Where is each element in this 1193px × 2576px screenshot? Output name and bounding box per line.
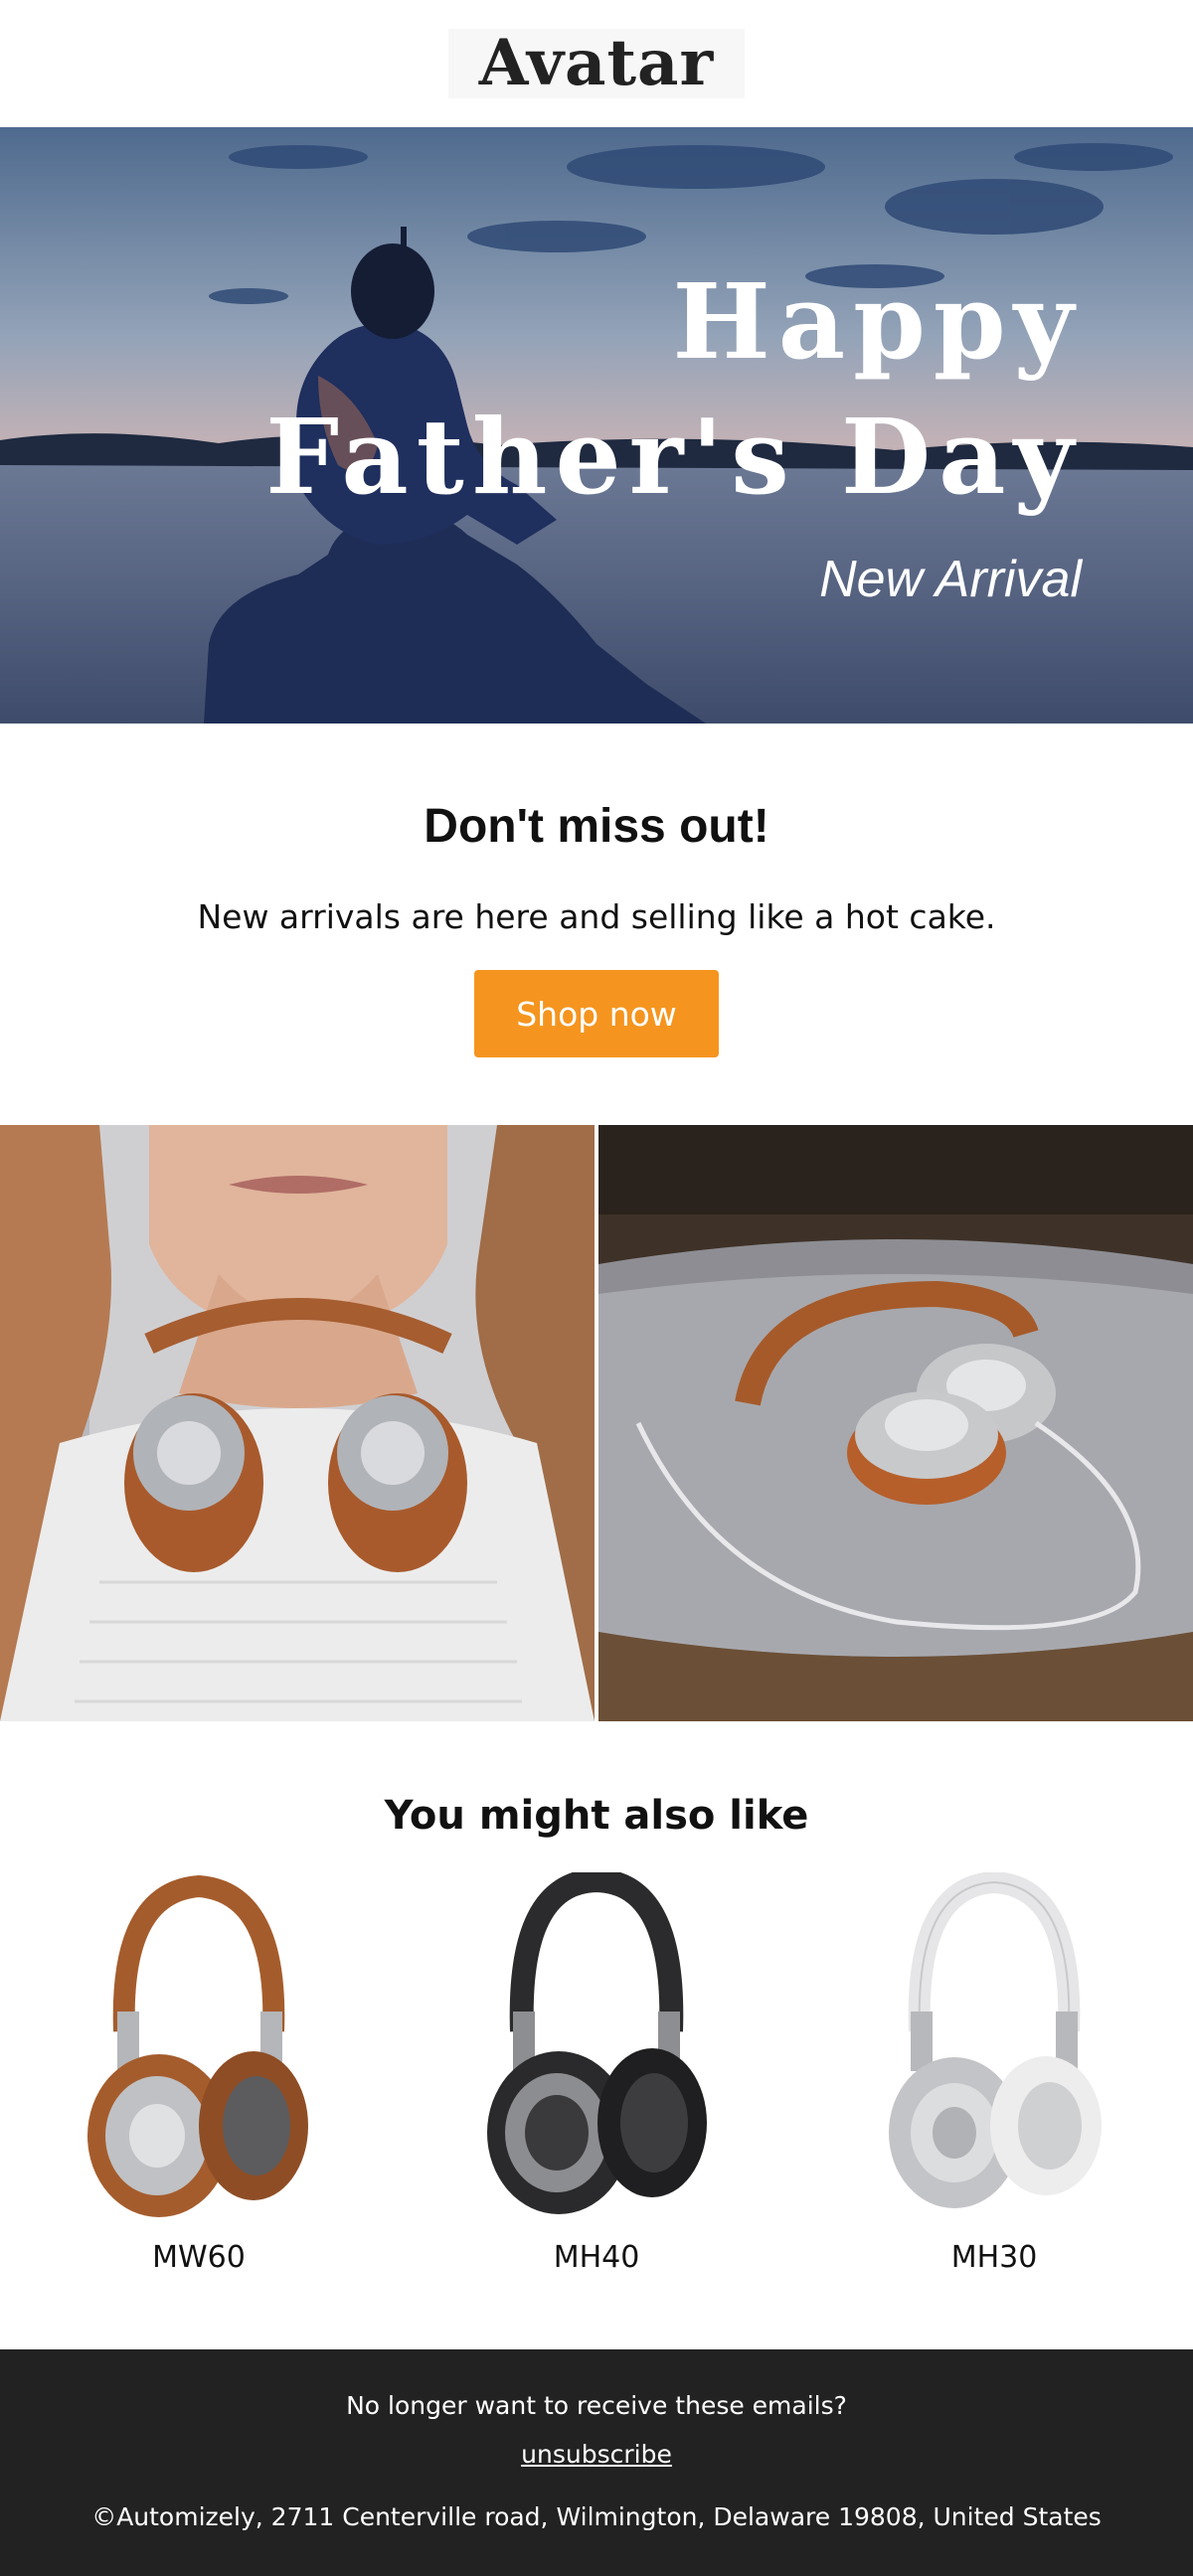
recommendations-section: You might also like MW60 MH40 MH30 <box>0 1721 1193 2349</box>
unsubscribe-link[interactable]: unsubscribe <box>521 2440 672 2469</box>
email-header: Avatar <box>0 0 1193 127</box>
promo-section: Don't miss out! New arrivals are here an… <box>0 724 1193 1125</box>
logo-text: Avatar <box>478 26 715 100</box>
headphones-white-image <box>889 1872 1102 2208</box>
photo-woman-headphones[interactable] <box>0 1125 595 1721</box>
product-photos <box>0 1125 1193 1721</box>
photo-headphones-table[interactable] <box>598 1125 1193 1721</box>
unsubscribe-prompt: No longer want to receive these emails? <box>346 2391 847 2420</box>
woman-headphones-image <box>0 1125 595 1721</box>
shop-now-button[interactable]: Shop now <box>474 970 719 1057</box>
product-name: MW60 <box>152 2240 246 2275</box>
headphones-table-image <box>598 1125 1193 1721</box>
logo[interactable]: Avatar <box>448 29 745 98</box>
headphones-black-image <box>487 1872 707 2214</box>
company-address: ©Automizely, 2711 Centerville road, Wilm… <box>91 2502 1102 2531</box>
product-name: MH40 <box>553 2240 640 2275</box>
product-list: MW60 MH40 MH30 <box>0 1872 1193 2275</box>
product-name: MH30 <box>950 2240 1038 2275</box>
product-card[interactable]: MH30 <box>805 1872 1183 2275</box>
hero-title-line2: Father's Day <box>265 396 1082 518</box>
product-card[interactable]: MH40 <box>408 1872 785 2275</box>
headphones-brown-image <box>87 1874 308 2217</box>
hero-title-line1: Happy <box>672 260 1082 383</box>
promo-text: New arrivals are here and selling like a… <box>197 897 996 936</box>
promo-heading: Don't miss out! <box>424 800 769 853</box>
hero-title: Happy Father's Day <box>265 254 1082 525</box>
hero-banner: Happy Father's Day New Arrival <box>0 127 1193 724</box>
product-card[interactable]: MW60 <box>10 1872 388 2275</box>
email-footer: No longer want to receive these emails? … <box>0 2349 1193 2576</box>
recommendations-heading: You might also like <box>384 1793 809 1839</box>
hero-subtitle: New Arrival <box>819 551 1082 608</box>
